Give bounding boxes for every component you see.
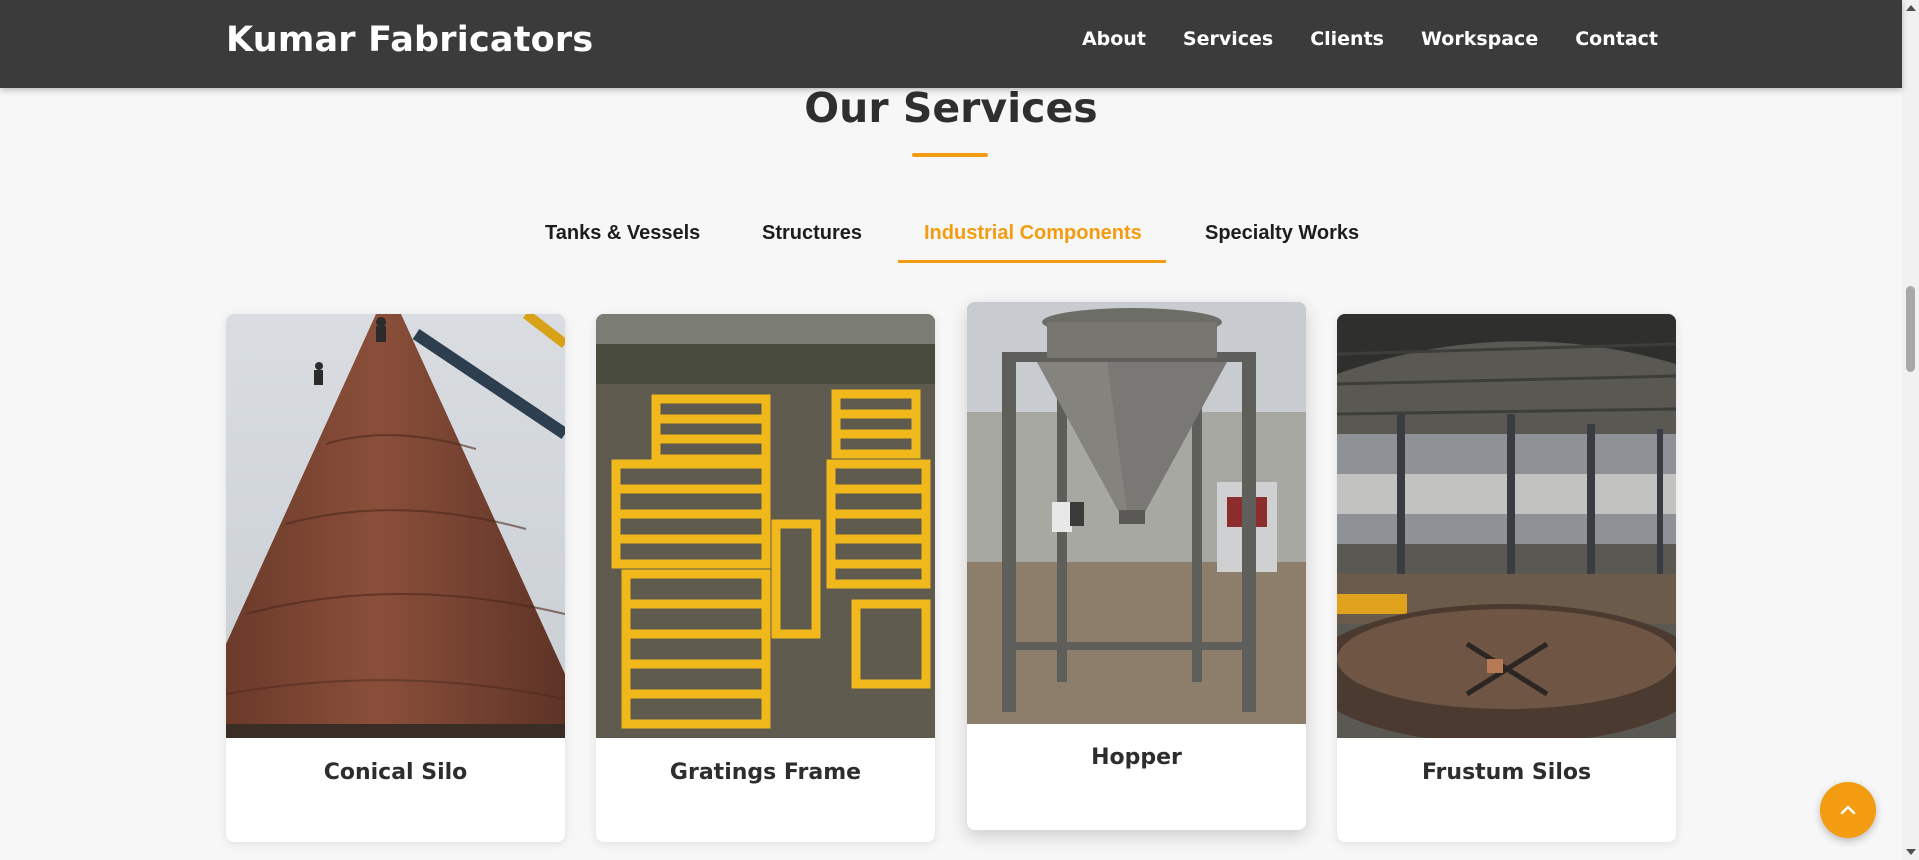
nav-workspace[interactable]: Workspace (1421, 28, 1538, 50)
card-title: Frustum Silos (1421, 760, 1592, 785)
tab-structures[interactable]: Structures (762, 222, 862, 255)
service-card-hopper[interactable]: Hopper (967, 302, 1306, 830)
card-title: Gratings Frame (669, 760, 862, 785)
service-card-conical-silo[interactable]: Conical Silo (226, 314, 565, 842)
nav-contact[interactable]: Contact (1575, 28, 1658, 50)
brand-logo[interactable]: Kumar Fabricators (226, 20, 593, 60)
tab-tanks-vessels[interactable]: Tanks & Vessels (545, 222, 700, 255)
hopper-photo (967, 302, 1306, 724)
card-title: Hopper (1091, 745, 1182, 770)
section-title: Our Services (804, 84, 1098, 132)
chevron-up-icon (1840, 805, 1856, 815)
nav-clients[interactable]: Clients (1310, 28, 1384, 50)
card-title: Conical Silo (323, 760, 468, 785)
scroll-up-arrow[interactable] (1906, 5, 1916, 11)
frustum-silos-photo (1337, 314, 1676, 738)
gratings-frame-photo (596, 314, 935, 738)
site-header: Kumar Fabricators About Services Clients… (0, 0, 1902, 88)
page-scrollbar[interactable] (1902, 0, 1919, 860)
nav-services[interactable]: Services (1183, 28, 1273, 50)
nav-about[interactable]: About (1082, 28, 1146, 50)
service-card-gratings-frame[interactable]: Gratings Frame (596, 314, 935, 842)
scroll-down-arrow[interactable] (1906, 849, 1916, 855)
main-nav: About Services Clients Workspace Contact (1045, 28, 1658, 50)
active-tab-indicator (898, 260, 1166, 263)
back-to-top-button[interactable] (1820, 782, 1876, 838)
tab-industrial-components[interactable]: Industrial Components (924, 222, 1142, 255)
title-underline (912, 153, 988, 157)
conical-silo-photo (226, 314, 565, 738)
service-card-frustum-silos[interactable]: Frustum Silos (1337, 314, 1676, 842)
scroll-thumb[interactable] (1906, 286, 1915, 372)
tab-specialty-works[interactable]: Specialty Works (1205, 222, 1359, 255)
